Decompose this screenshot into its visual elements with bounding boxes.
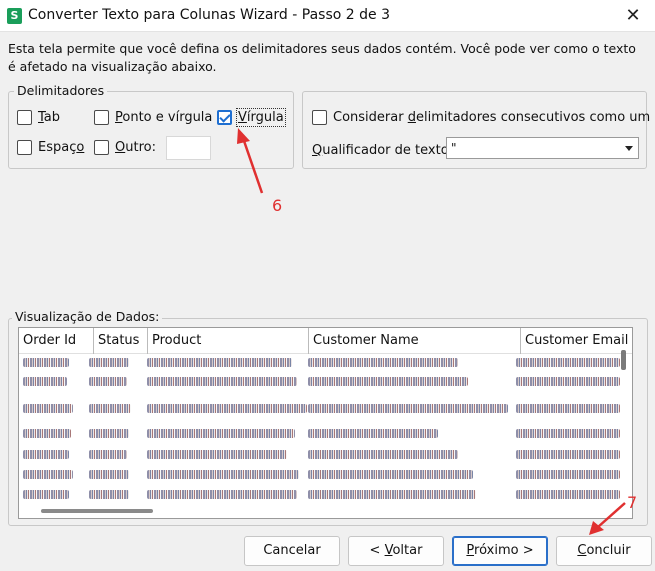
annotation-arrows — [237, 128, 626, 535]
arrow-7-icon — [589, 502, 626, 535]
arrow-6-icon — [237, 128, 264, 194]
annotation-7: 7 — [627, 493, 638, 512]
annotation-6: 6 — [272, 196, 283, 215]
